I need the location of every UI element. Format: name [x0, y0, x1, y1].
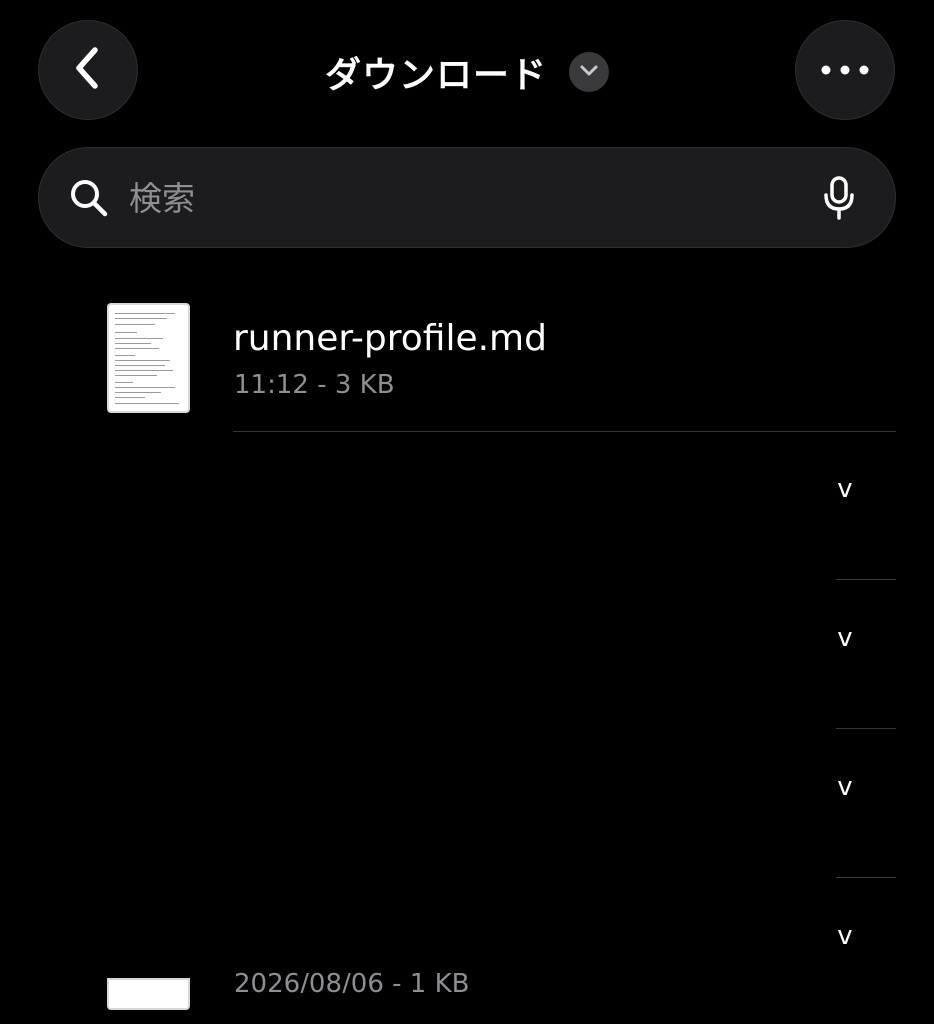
row-expand-chevron[interactable]: v	[835, 772, 855, 802]
file-meta: 11:12 - 3 KB	[234, 370, 395, 400]
search-bar[interactable]	[38, 147, 896, 248]
file-thumbnail	[107, 978, 190, 1010]
row-separator	[836, 579, 896, 580]
page-title: ダウンロード	[324, 55, 547, 96]
search-icon	[69, 178, 109, 222]
row-expand-chevron[interactable]: v	[835, 921, 855, 951]
downloads-screen: ダウンロード 検索 runner-profile.md 11:12 - 3 KB…	[0, 0, 934, 1024]
more-button[interactable]	[795, 20, 895, 120]
chevron-down-icon	[579, 63, 599, 82]
file-name: runner-profile.md	[233, 318, 547, 359]
row-separator	[233, 431, 896, 432]
row-expand-chevron[interactable]: v	[835, 623, 855, 653]
row-separator	[836, 877, 896, 878]
file-thumbnail	[107, 303, 190, 413]
row-expand-chevron[interactable]: v	[835, 474, 855, 504]
file-meta: 2026/08/06 - 1 KB	[234, 969, 470, 993]
microphone-icon[interactable]	[823, 175, 855, 225]
ellipsis-icon	[820, 61, 870, 80]
search-input[interactable]	[129, 172, 809, 224]
row-separator	[836, 728, 896, 729]
title-menu[interactable]: ダウンロード	[0, 44, 934, 100]
title-menu-button[interactable]	[569, 52, 609, 92]
